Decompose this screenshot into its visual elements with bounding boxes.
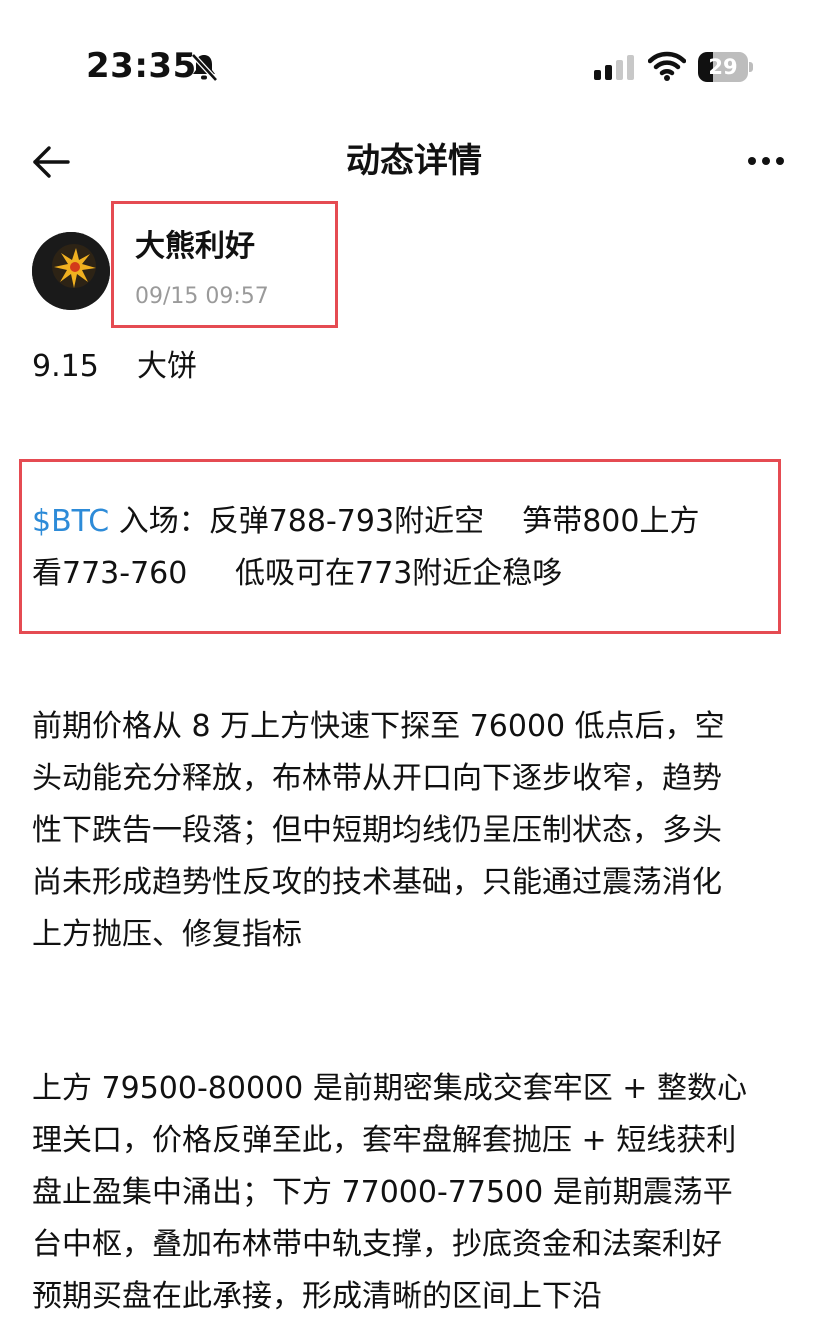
signal-entry-text: 入场：反弹788-793附近空 笋带800上方 bbox=[109, 504, 700, 539]
paragraph-line: 前期价格从 8 万上方快速下探至 76000 低点后，空 bbox=[32, 709, 725, 744]
highlight-box-signal bbox=[19, 459, 781, 634]
paragraph-line: 头动能充分释放，布林带从开口向下逐步收窄，趋势 bbox=[32, 761, 722, 796]
paragraph-line: 上方抛压、修复指标 bbox=[32, 917, 302, 952]
battery-icon: 29 bbox=[698, 52, 754, 82]
paragraph-line: 上方 79500-80000 是前期密集成交套牢区 + 整数心 bbox=[32, 1071, 747, 1106]
signal-line-1: $BTC 入场：反弹788-793附近空 笋带800上方 bbox=[32, 502, 699, 542]
highlight-box-author bbox=[111, 201, 338, 328]
battery-body: 29 bbox=[698, 52, 748, 82]
bell-slash-icon bbox=[191, 53, 218, 82]
post-subject: 9.15 大饼 bbox=[32, 349, 197, 384]
ticker-link[interactable]: $BTC bbox=[32, 504, 109, 539]
wifi-icon bbox=[648, 51, 686, 81]
avatar-image bbox=[32, 232, 110, 310]
page-title: 动态详情 bbox=[346, 141, 482, 181]
status-time: 23:35 bbox=[86, 46, 197, 86]
avatar[interactable] bbox=[32, 232, 110, 310]
analysis-paragraph-1: 前期价格从 8 万上方快速下探至 76000 低点后，空 头动能充分释放，布林带… bbox=[32, 701, 802, 961]
paragraph-line: 预期买盘在此承接，形成清晰的区间上下沿 bbox=[32, 1279, 602, 1314]
battery-level: 29 bbox=[708, 55, 738, 79]
signal-line-2: 看773-760 低吸可在773附近企稳哆 bbox=[32, 556, 563, 591]
analysis-paragraph-2: 上方 79500-80000 是前期密集成交套牢区 + 整数心 理关口，价格反弹… bbox=[32, 1063, 802, 1323]
paragraph-line: 理关口，价格反弹至此，套牢盘解套抛压 + 短线获利 bbox=[32, 1123, 737, 1158]
paragraph-line: 性下跌告一段落；但中短期均线仍呈压制状态，多头 bbox=[32, 813, 722, 848]
battery-cap bbox=[749, 62, 753, 72]
cellular-signal-icon bbox=[594, 55, 634, 80]
paragraph-line: 台中枢，叠加布林带中轨支撑，抄底资金和法案利好 bbox=[32, 1227, 722, 1262]
more-icon[interactable] bbox=[744, 146, 788, 176]
paragraph-line: 盘止盈集中涌出；下方 77000-77500 是前期震荡平 bbox=[32, 1175, 733, 1210]
paragraph-line: 尚未形成趋势性反攻的技术基础，只能通过震荡消化 bbox=[32, 865, 722, 900]
